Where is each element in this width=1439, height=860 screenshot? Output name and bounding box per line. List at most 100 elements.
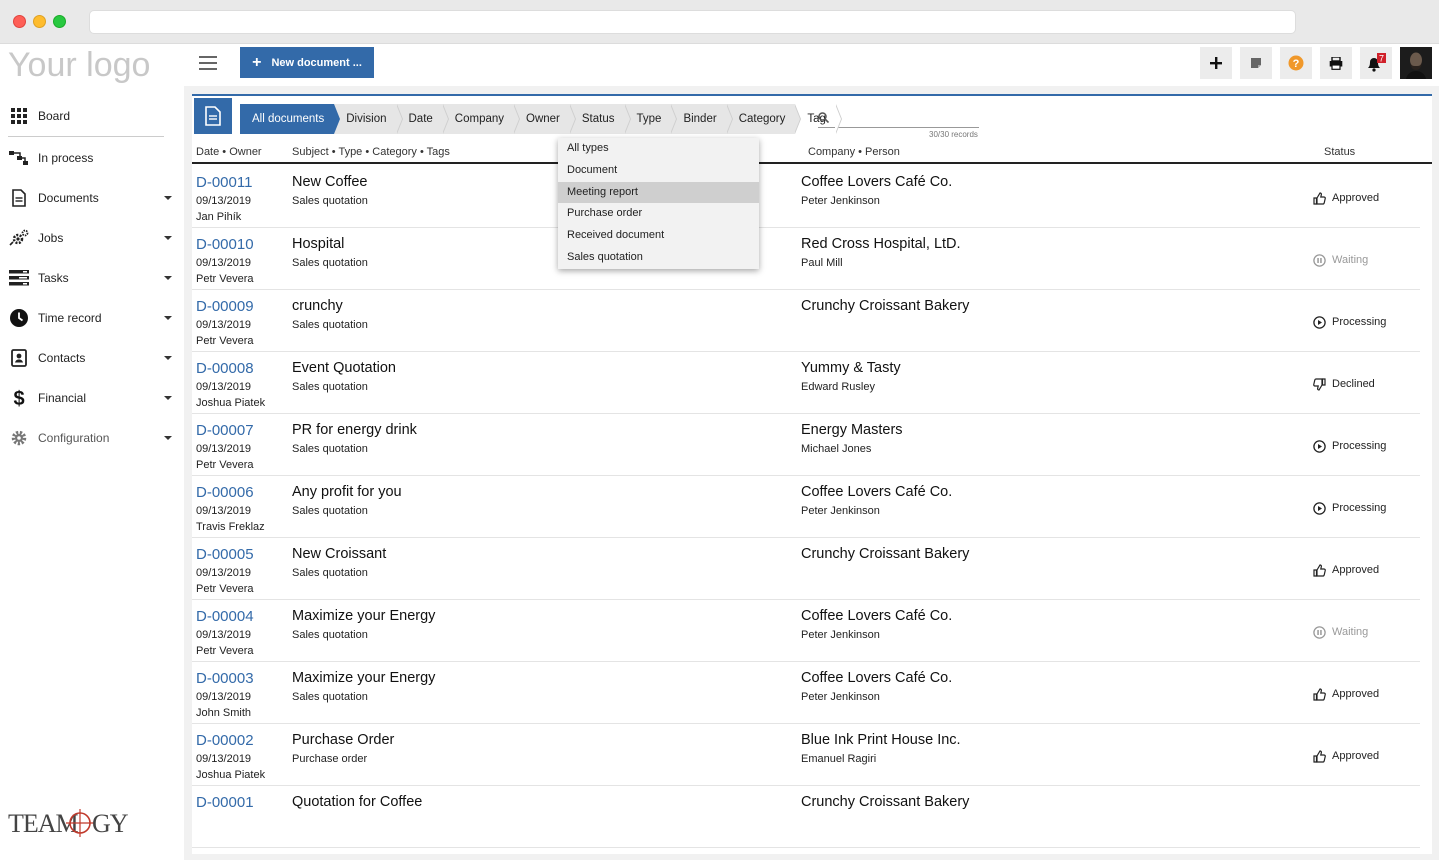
document-id-link[interactable]: D-00003 — [196, 670, 254, 687]
document-id-link[interactable]: D-00001 — [196, 794, 254, 811]
column-header-subject[interactable]: Subject • Type • Category • Tags — [292, 146, 450, 158]
document-company[interactable]: Coffee Lovers Café Co. — [801, 484, 952, 500]
status-badge: Approved — [1312, 563, 1379, 577]
document-id-link[interactable]: D-00005 — [196, 546, 254, 563]
document-id-link[interactable]: D-00010 — [196, 236, 254, 253]
document-company[interactable]: Crunchy Croissant Bakery — [801, 298, 969, 314]
close-window-button[interactable] — [13, 15, 26, 28]
table-row[interactable]: D-00004 09/13/2019 Petr Vevera Maximize you… — [192, 600, 1420, 662]
document-company[interactable]: Coffee Lovers Café Co. — [801, 670, 952, 686]
sidebar-item-jobs[interactable]: Jobs — [0, 221, 184, 255]
column-header-company-person[interactable]: Company • Person — [808, 146, 900, 158]
document-company[interactable]: Coffee Lovers Café Co. — [801, 608, 952, 624]
table-row[interactable]: D-00002 09/13/2019 Joshua Piatek Purchase O… — [192, 724, 1420, 786]
sidebar-item-tasks[interactable]: Tasks — [0, 261, 184, 295]
table-row[interactable]: D-00003 09/13/2019 John Smith Maximize your… — [192, 662, 1420, 724]
type-option-document[interactable]: Document — [558, 160, 759, 182]
chevron-down-icon[interactable] — [164, 196, 172, 200]
document-id-link[interactable]: D-00006 — [196, 484, 254, 501]
document-subject[interactable]: Purchase Order — [292, 732, 394, 748]
document-subject[interactable]: Maximize your Energy — [292, 670, 435, 686]
document-id-link[interactable]: D-00011 — [196, 174, 252, 191]
document-company[interactable]: Yummy & Tasty — [801, 360, 901, 376]
sidebar-item-time-record[interactable]: Time record — [0, 301, 184, 335]
document-subject[interactable]: PR for energy drink — [292, 422, 417, 438]
document-company[interactable]: Crunchy Croissant Bakery — [801, 794, 969, 810]
filter-binder[interactable]: Binder — [671, 104, 733, 134]
type-option-received-document[interactable]: Received document — [558, 225, 759, 247]
type-option-sales-quotation[interactable]: Sales quotation — [558, 247, 759, 269]
documents-module-button[interactable] — [194, 98, 232, 134]
table-row[interactable]: D-00001 Quotation for Coffee Crunchy Crois… — [192, 786, 1420, 848]
search-input[interactable] — [835, 108, 979, 127]
document-subject[interactable]: New Croissant — [292, 546, 386, 562]
document-subject[interactable]: Any profit for you — [292, 484, 402, 500]
type-option-meeting-report[interactable]: Meeting report — [558, 181, 759, 204]
notes-button[interactable] — [1240, 47, 1272, 79]
sidebar-item-configuration[interactable]: Configuration — [0, 421, 184, 455]
sidebar-item-contacts[interactable]: Contacts — [0, 341, 184, 375]
document-company[interactable]: Coffee Lovers Café Co. — [801, 174, 952, 190]
sidebar-item-financial[interactable]: $ Financial — [0, 381, 184, 415]
filter-date[interactable]: Date — [397, 104, 450, 134]
document-id-link[interactable]: D-00008 — [196, 360, 254, 377]
document-subject[interactable]: crunchy — [292, 298, 343, 314]
table-row[interactable]: D-00011 09/13/2019 Jan Pihík New Coffee Sale… — [192, 166, 1420, 228]
sidebar-item-in-process[interactable]: In process — [0, 141, 184, 175]
new-document-button[interactable]: + New document ... — [240, 47, 374, 78]
chevron-down-icon[interactable] — [164, 356, 172, 360]
document-date: 09/13/2019 — [196, 443, 252, 455]
document-id-link[interactable]: D-00004 — [196, 608, 254, 625]
user-avatar[interactable] — [1400, 47, 1432, 79]
chevron-down-icon[interactable] — [164, 236, 172, 240]
add-button[interactable] — [1200, 47, 1232, 79]
document-id-link[interactable]: D-00007 — [196, 422, 254, 439]
address-bar[interactable] — [89, 10, 1296, 34]
chevron-down-icon[interactable] — [164, 316, 172, 320]
filter-all-documents[interactable]: All documents — [240, 104, 341, 134]
table-row[interactable]: D-00005 09/13/2019 Petr Vevera New Croissan… — [192, 538, 1420, 600]
filter-company[interactable]: Company — [443, 104, 521, 134]
chevron-down-icon[interactable] — [164, 276, 172, 280]
filter-division[interactable]: Division — [334, 104, 403, 134]
status-label: Approved — [1332, 750, 1380, 762]
filter-type[interactable]: Type — [625, 104, 678, 134]
document-subject[interactable]: Hospital — [292, 236, 344, 252]
document-subject[interactable]: New Coffee — [292, 174, 368, 190]
document-subject[interactable]: Quotation for Coffee — [292, 794, 422, 810]
minimize-window-button[interactable] — [33, 15, 46, 28]
sidebar-item-board[interactable]: Board — [0, 99, 184, 133]
column-header-date-owner[interactable]: Date • Owner — [196, 146, 262, 158]
sidebar-item-documents[interactable]: Documents — [0, 181, 184, 215]
document-id-link[interactable]: D-00002 — [196, 732, 254, 749]
help-icon: ? — [1288, 55, 1304, 71]
document-date: 09/13/2019 — [196, 195, 252, 207]
document-company[interactable]: Red Cross Hospital, LtD. — [801, 236, 961, 252]
document-icon — [0, 189, 38, 207]
chevron-down-icon[interactable] — [164, 436, 172, 440]
document-company[interactable]: Energy Masters — [801, 422, 903, 438]
document-company[interactable]: Crunchy Croissant Bakery — [801, 546, 969, 562]
help-button[interactable]: ? — [1280, 47, 1312, 79]
filter-category[interactable]: Category — [727, 104, 802, 134]
column-header-status[interactable]: Status — [1324, 146, 1355, 158]
table-row[interactable]: D-00006 09/13/2019 Travis Freklaz Any profi… — [192, 476, 1420, 538]
document-subject[interactable]: Event Quotation — [292, 360, 396, 376]
print-button[interactable] — [1320, 47, 1352, 79]
document-company[interactable]: Blue Ink Print House Inc. — [801, 732, 961, 748]
app-logo[interactable]: Your logo — [8, 46, 150, 85]
table-row[interactable]: D-00008 09/13/2019 Joshua Piatek Event Quot… — [192, 352, 1420, 414]
maximize-window-button[interactable] — [53, 15, 66, 28]
table-row[interactable]: D-00010 09/13/2019 Petr Vevera Hospital Sale… — [192, 228, 1420, 290]
document-subject[interactable]: Maximize your Energy — [292, 608, 435, 624]
filter-status[interactable]: Status — [570, 104, 631, 134]
table-row[interactable]: D-00007 09/13/2019 Petr Vevera PR for energ… — [192, 414, 1420, 476]
hamburger-menu-icon[interactable] — [199, 56, 217, 70]
type-option-purchase-order[interactable]: Purchase order — [558, 203, 759, 225]
chevron-down-icon[interactable] — [164, 396, 172, 400]
type-option-all-types[interactable]: All types — [558, 138, 759, 160]
document-id-link[interactable]: D-00009 — [196, 298, 254, 315]
table-row[interactable]: D-00009 09/13/2019 Petr Vevera crunchy Sales… — [192, 290, 1420, 352]
filter-owner[interactable]: Owner — [514, 104, 576, 134]
notifications-button[interactable]: 7 — [1360, 47, 1392, 79]
